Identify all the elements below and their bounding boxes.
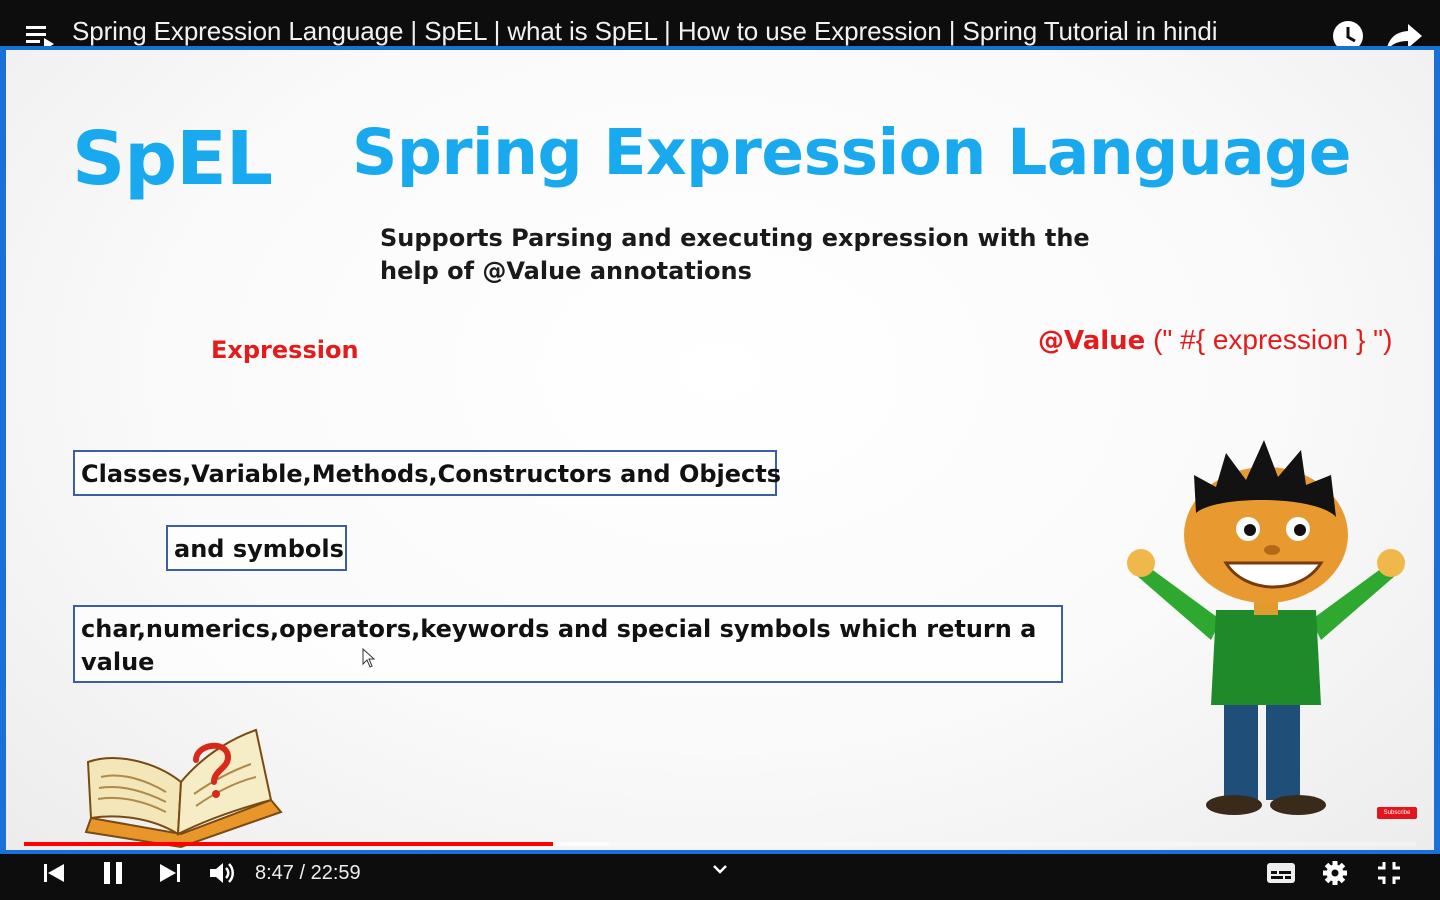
progress-played [24, 842, 553, 846]
video-title[interactable]: Spring Expression Language | SpEL | what… [72, 16, 1217, 47]
annotation-keyword: @Value [1038, 326, 1146, 356]
box-char: char,numerics,operators,keywords and spe… [73, 605, 1063, 683]
box-symbols: and symbols [166, 525, 347, 571]
progress-bar[interactable] [24, 842, 1416, 846]
annotation-args: (" #{ expression } ") [1145, 324, 1393, 355]
slide-heading: Spring Expression Language [352, 116, 1352, 189]
volume-icon[interactable] [208, 860, 236, 886]
cartoon-boy-illustration [1127, 440, 1405, 815]
subscribe-badge[interactable]: Subscribe [1377, 807, 1417, 819]
slide: SpEL Spring Expression Language Supports… [6, 50, 1434, 850]
value-annotation: @Value (" #{ expression } ") [1038, 324, 1392, 356]
next-icon[interactable] [158, 862, 182, 884]
duration: 22:59 [310, 862, 361, 884]
chevron-down-icon[interactable] [710, 862, 730, 876]
current-time: 8:47 [255, 862, 294, 884]
mouse-cursor-icon [362, 648, 376, 668]
pause-icon[interactable] [100, 860, 126, 886]
time-display: 8:47 / 22:59 [255, 862, 361, 885]
open-book-question-icon [84, 728, 283, 849]
slide-subtitle-line: help of @Value annotations [380, 257, 752, 285]
expression-label: Expression [211, 336, 359, 364]
time-separator: / [299, 862, 306, 884]
settings-gear-icon[interactable] [1322, 860, 1348, 886]
video-frame[interactable]: SpEL Spring Expression Language Supports… [0, 46, 1440, 854]
slide-subtitle-line: Supports Parsing and executing expressio… [380, 224, 1090, 252]
exit-fullscreen-icon[interactable] [1376, 860, 1402, 886]
box-classes: Classes,Variable,Methods,Constructors an… [73, 450, 781, 496]
slide-logo: SpEL [72, 116, 273, 202]
captions-icon[interactable] [1266, 862, 1296, 884]
slide-subtitle: Supports Parsing and executing expressio… [380, 222, 1100, 288]
previous-icon[interactable] [42, 862, 66, 884]
